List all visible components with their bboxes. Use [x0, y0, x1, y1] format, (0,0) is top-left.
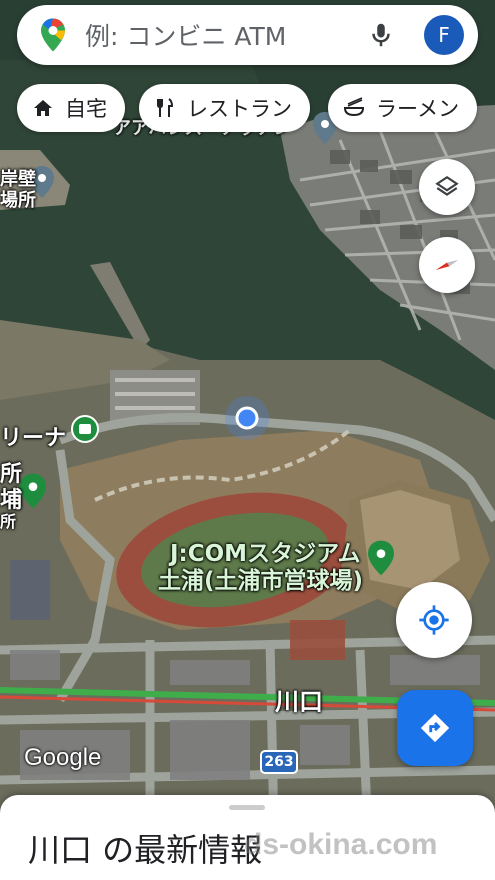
restaurant-icon [157, 98, 174, 117]
arena-marker-icon[interactable] [70, 414, 100, 444]
microphone-icon[interactable] [366, 20, 396, 50]
search-bar[interactable]: 例: コンビニ ATM F [17, 5, 478, 65]
search-input[interactable]: 例: コンビニ ATM [85, 17, 366, 53]
layers-icon [435, 175, 459, 196]
layers-button[interactable] [419, 159, 475, 215]
chip-restaurant[interactable]: レストラン [139, 84, 310, 132]
route-shield: 263 [260, 750, 298, 774]
ramen-icon [343, 97, 365, 117]
my-location-button[interactable] [396, 582, 472, 658]
google-attribution: Google [24, 744, 102, 771]
map-label-stadium[interactable]: 土浦(土浦市営球場) [158, 561, 363, 595]
home-icon [34, 100, 52, 116]
chip-label: レストラン [187, 97, 292, 121]
map-label-place: 場所 [0, 190, 36, 211]
compass-icon [435, 260, 459, 270]
directions-icon [420, 713, 450, 743]
directions-button[interactable] [397, 690, 473, 766]
sheet-drag-handle[interactable] [229, 805, 265, 810]
map-pin-green-icon[interactable] [20, 473, 46, 509]
map-label-place: 所 [0, 512, 17, 531]
chip-label: ラーメン [376, 97, 460, 121]
watermark: ds-okina.com [244, 828, 438, 861]
maps-logo-icon [41, 18, 65, 52]
chip-label: 自宅 [65, 97, 107, 121]
my-location-icon [419, 605, 449, 635]
compass-button[interactable] [419, 237, 475, 293]
map-label-arena: リーナ [0, 426, 67, 451]
map-pin-green-icon[interactable] [368, 540, 394, 576]
chip-home[interactable]: 自宅 [17, 84, 125, 132]
chip-ramen[interactable]: ラーメン [328, 84, 478, 132]
account-avatar[interactable]: F [424, 15, 464, 55]
map-label-area: 川口 [275, 688, 323, 716]
sheet-title: 川口 の最新情報 [28, 831, 263, 869]
